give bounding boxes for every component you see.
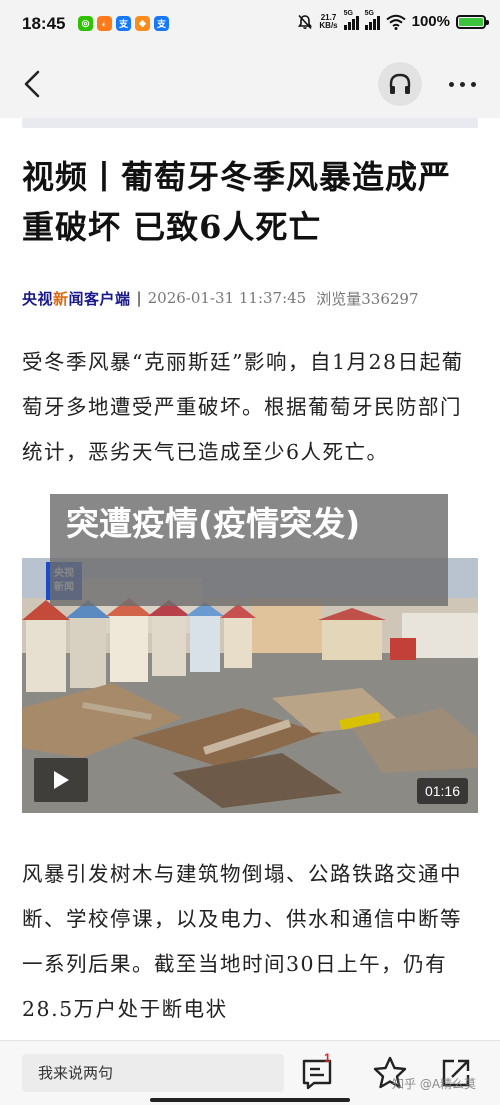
status-time: 18:45 — [22, 14, 66, 33]
source-name-part-2: 闻客户端 — [68, 290, 131, 308]
source-name-highlight: 新 — [53, 290, 69, 308]
more-dots-icon[interactable] — [444, 70, 480, 98]
signal-icon: 5G — [343, 10, 359, 30]
meta-separator: | — [136, 289, 142, 307]
battery-fill — [459, 17, 483, 26]
article-title: 视频丨葡萄牙冬季风暴造成严重破坏 已致6人死亡 — [22, 158, 452, 246]
alipay-icon-2: 支 — [154, 16, 169, 31]
signal-icon-2: 5G — [364, 10, 380, 30]
article-paragraph-2: 风暴引发树木与建筑物倒塌、公路铁路交通中断、学校停课，以及电力、供水和通信中断等… — [22, 862, 462, 1021]
xianyu-icon: ◐ — [97, 16, 112, 31]
signal-label: 5G — [343, 9, 353, 17]
play-button[interactable] — [34, 758, 88, 802]
taobao-icon: ◆ — [135, 16, 150, 31]
nav-divider — [22, 118, 478, 128]
home-indicator — [150, 1098, 350, 1102]
overlay-text: 突遭疫情(疫情突发) — [66, 504, 361, 543]
article-meta: 央视新闻客户端 | 2026-01-31 11:37:45 浏览量336297 — [22, 286, 478, 310]
wifi-icon — [385, 14, 406, 30]
bottom-action-bar: 我来说两句 1 知乎 @A精么莫 — [0, 1040, 500, 1105]
notification-icons: ◎ ◐ 支 ◆ 支 — [78, 16, 169, 31]
status-indicators: 21.7 KB/s 5G 5G 100% — [297, 10, 489, 30]
network-speed-unit: KB/s — [319, 20, 338, 30]
comment-input[interactable]: 我来说两句 — [22, 1054, 284, 1092]
top-nav — [0, 50, 500, 118]
status-bar: 18:45 ◎ ◐ 支 ◆ 支 21.7 KB/s 5G 5G 100% — [0, 0, 500, 50]
article-paragraph-1: 受冬季风暴“克丽斯廷”影响，自1月28日起葡萄牙多地遭受严重破坏。根据葡萄牙民防… — [22, 350, 464, 464]
network-speed: 21.7 KB/s — [319, 13, 338, 30]
comment-count-badge: 1 — [324, 1051, 331, 1065]
wechat-icon: ◎ — [78, 16, 93, 31]
headphones-icon — [389, 73, 411, 94]
watermark: 知乎 @A精么莫 — [392, 1077, 477, 1091]
battery-icon — [456, 14, 489, 29]
overlay-banner: 突遭疫情(疫情突发) — [50, 494, 448, 606]
battery-percent: 100% — [411, 13, 450, 30]
publish-date: 2026-01-31 11:37:45 — [147, 289, 307, 307]
listen-button[interactable] — [378, 62, 422, 106]
alipay-icon: 支 — [116, 16, 131, 31]
video-duration: 01:16 — [416, 778, 468, 804]
chevron-left-icon[interactable] — [18, 68, 50, 100]
source-name[interactable]: 央视新闻客户端 — [22, 288, 131, 309]
source-name-part: 央视 — [22, 290, 54, 308]
play-icon — [54, 771, 69, 789]
view-count: 浏览量336297 — [316, 289, 419, 308]
mute-bell-icon — [298, 14, 313, 29]
signal-label-2: 5G — [364, 9, 374, 17]
